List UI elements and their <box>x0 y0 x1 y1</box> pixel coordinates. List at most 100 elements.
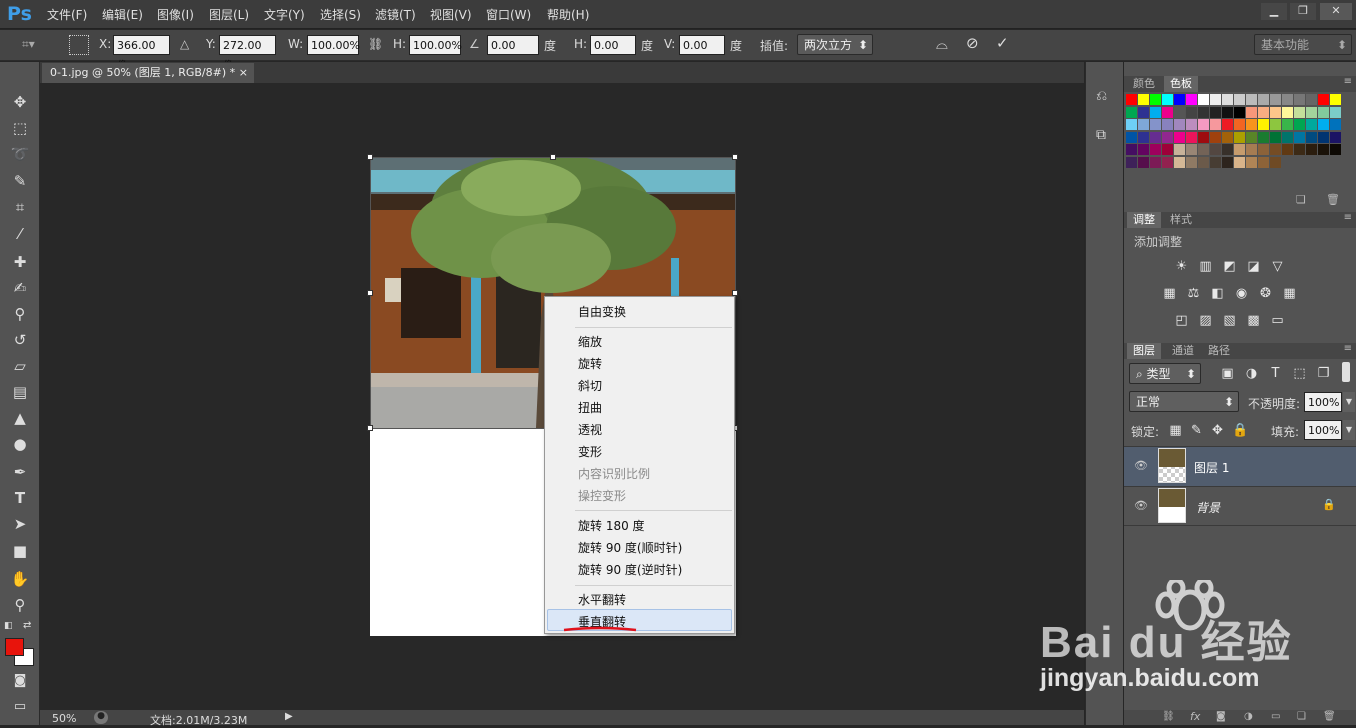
color-swatch[interactable] <box>1222 144 1233 155</box>
color-swatch[interactable] <box>1138 131 1149 143</box>
color-swatch[interactable] <box>1318 94 1329 105</box>
color-swatch[interactable] <box>1162 144 1173 155</box>
stamp-tool-icon[interactable]: ⚲ <box>8 303 32 325</box>
color-swatch[interactable] <box>1234 106 1245 118</box>
color-swatch[interactable] <box>1162 94 1173 105</box>
color-swatch[interactable] <box>1198 106 1209 118</box>
color-swatch[interactable] <box>1150 106 1161 118</box>
color-swatch[interactable] <box>1186 131 1197 143</box>
y-field[interactable]: 272.00 像 <box>219 35 276 72</box>
color-swatch[interactable] <box>1246 144 1257 155</box>
history-brush-icon[interactable]: ↺ <box>8 329 32 351</box>
color-swatch[interactable] <box>1138 156 1149 168</box>
color-swatch[interactable] <box>1282 131 1293 143</box>
blur-tool-icon[interactable]: ▲ <box>8 407 32 429</box>
filter-shape-icon[interactable]: ⬚ <box>1291 366 1308 381</box>
color-swatch[interactable] <box>1318 131 1329 143</box>
menu-view[interactable]: 视图(V) <box>430 6 472 23</box>
color-swatch[interactable] <box>1126 106 1137 118</box>
color-swatch[interactable] <box>1126 156 1137 168</box>
transform-handle[interactable] <box>367 425 373 431</box>
menu-item-rotate-180[interactable]: 旋转 180 度 <box>578 517 645 534</box>
color-swatch[interactable] <box>1126 131 1137 143</box>
color-swatch[interactable] <box>1270 156 1281 168</box>
panel-menu-icon[interactable]: ≡ <box>1344 212 1352 223</box>
filter-type-icon[interactable]: T <box>1267 366 1284 381</box>
black-white-icon[interactable]: ◧ <box>1209 286 1226 301</box>
color-swatch[interactable] <box>1210 131 1221 143</box>
hskew-field[interactable]: 0.00 <box>590 35 636 55</box>
menu-window[interactable]: 窗口(W) <box>486 6 531 23</box>
color-swatch[interactable] <box>1162 106 1173 118</box>
pen-tool-icon[interactable]: ✒ <box>8 461 32 483</box>
transform-tool-icon[interactable]: ⌗▾ <box>22 37 35 52</box>
color-swatch[interactable] <box>1294 144 1305 155</box>
color-swatch[interactable] <box>1258 94 1269 105</box>
restore-icon[interactable]: ❐ <box>1290 3 1316 20</box>
vibrance-icon[interactable]: ▽ <box>1269 259 1286 274</box>
photo-filter-icon[interactable]: ◉ <box>1233 286 1250 301</box>
tab-adjustments[interactable]: 调整 <box>1127 212 1161 228</box>
eye-icon[interactable]: 👁 <box>1134 499 1148 512</box>
fill-dropdown-icon[interactable]: ▼ <box>1343 420 1355 440</box>
vskew-field[interactable]: 0.00 <box>679 35 725 55</box>
posterize-icon[interactable]: ▨ <box>1197 313 1214 328</box>
color-balance-icon[interactable]: ⚖ <box>1185 286 1202 301</box>
tab-channels[interactable]: 通道 <box>1166 343 1200 359</box>
move-tool-icon[interactable]: ✥ <box>8 91 32 113</box>
color-swatch[interactable] <box>1198 119 1209 130</box>
color-swatch[interactable] <box>1126 144 1137 155</box>
color-swatch[interactable] <box>1138 119 1149 130</box>
menu-edit[interactable]: 编辑(E) <box>102 6 143 23</box>
minimize-icon[interactable]: ▁ <box>1261 3 1287 20</box>
filter-toggle[interactable] <box>1342 362 1350 382</box>
color-swatch[interactable] <box>1174 94 1185 105</box>
menu-item-free-transform[interactable]: 自由变换 <box>578 303 626 320</box>
lock-image-icon[interactable]: ✎ <box>1188 423 1205 438</box>
invert-icon[interactable]: ◰ <box>1173 313 1190 328</box>
panel-menu-icon[interactable]: ≡ <box>1344 343 1352 354</box>
delta-icon[interactable]: △ <box>180 37 189 51</box>
brightness-icon[interactable]: ☀ <box>1173 259 1190 274</box>
layer-name-1[interactable]: 图层 1 <box>1194 459 1229 476</box>
color-swatch[interactable] <box>1270 131 1281 143</box>
color-swatch[interactable] <box>1174 144 1185 155</box>
color-swatch[interactable] <box>1270 106 1281 118</box>
lock-position-icon[interactable]: ✥ <box>1209 423 1226 438</box>
menu-item-perspective[interactable]: 透视 <box>578 421 602 438</box>
h-field[interactable]: 100.00% <box>409 35 462 55</box>
lock-transparent-icon[interactable]: ▦ <box>1167 423 1184 438</box>
color-swatch[interactable] <box>1234 144 1245 155</box>
color-swatch[interactable] <box>1186 106 1197 118</box>
workspace-select[interactable]: 基本功能 ⬍ <box>1254 34 1352 55</box>
color-swatch[interactable] <box>1270 144 1281 155</box>
color-swatch[interactable] <box>1270 119 1281 130</box>
color-swatch[interactable] <box>1306 131 1317 143</box>
tab-close-icon[interactable]: × <box>239 63 248 83</box>
color-swatch[interactable] <box>1258 156 1269 168</box>
layer-filter-select[interactable]: ⌕ 类型 ⬍ <box>1129 363 1201 384</box>
brush-tool-icon[interactable]: ✍ <box>8 277 32 299</box>
color-swatch[interactable] <box>1150 119 1161 130</box>
new-layer-icon[interactable]: ❏ <box>1297 711 1306 722</box>
exposure-icon[interactable]: ◪ <box>1245 259 1262 274</box>
color-swatch[interactable] <box>1222 156 1233 168</box>
add-mask-icon[interactable]: ◙ <box>1216 711 1226 722</box>
eyedropper-icon[interactable]: ⁄ <box>8 223 32 245</box>
hue-saturation-icon[interactable]: ▦ <box>1161 286 1178 301</box>
color-swatch[interactable] <box>1150 156 1161 168</box>
color-swatch[interactable] <box>1330 131 1341 143</box>
tab-paths[interactable]: 路径 <box>1202 343 1236 359</box>
color-swatch[interactable] <box>1210 106 1221 118</box>
color-swatch[interactable] <box>1234 131 1245 143</box>
filter-pixel-icon[interactable]: ▣ <box>1219 366 1236 381</box>
new-swatch-icon[interactable]: ❏ <box>1296 193 1306 206</box>
color-swatch[interactable] <box>1198 144 1209 155</box>
menu-file[interactable]: 文件(F) <box>47 6 87 23</box>
threshold-icon[interactable]: ▧ <box>1221 313 1238 328</box>
color-swatch[interactable] <box>1222 94 1233 105</box>
menu-item-rotate[interactable]: 旋转 <box>578 355 602 372</box>
color-swatch[interactable] <box>1210 144 1221 155</box>
dodge-tool-icon[interactable]: ● <box>8 433 32 455</box>
color-swatch[interactable] <box>1222 119 1233 130</box>
